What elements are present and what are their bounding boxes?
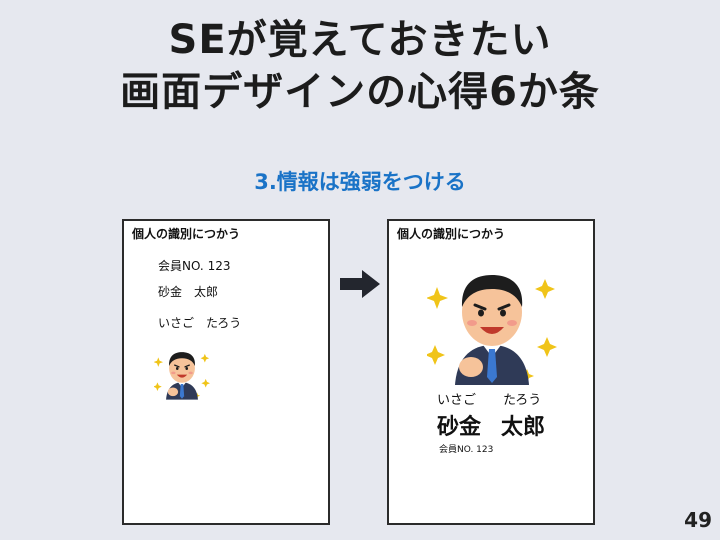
section-subtitle: 3.情報は強弱をつける: [254, 170, 466, 194]
member-number: 会員NO. 123: [158, 259, 231, 273]
kana-given: たろう: [503, 393, 542, 408]
name-family: 砂金: [437, 415, 482, 440]
card-title: 個人の識別につかう: [132, 227, 241, 241]
title-line-1: SEが覚えておきたい: [168, 17, 552, 63]
person-kana: いさご たろう: [158, 316, 242, 330]
person-name: 砂金 太郎: [158, 285, 219, 299]
card-title: 個人の識別につかう: [397, 227, 506, 241]
businessman-illustration: [154, 352, 210, 400]
page-number: 49: [684, 508, 712, 532]
before-card: 個人の識別につかう 会員NO. 123 砂金 太郎 いさご たろう: [122, 219, 330, 525]
name-given: 太郎: [501, 415, 546, 440]
after-card: 個人の識別につかう いさご たろう 砂金 太郎 会員NO. 123: [387, 219, 595, 525]
kana-family: いさご: [437, 393, 477, 408]
member-number: 会員NO. 123: [439, 445, 494, 455]
slide-title: SEが覚えておきたい 画面デザインの心得6か条: [0, 14, 720, 118]
title-line-2: 画面デザインの心得6か条: [120, 69, 600, 115]
businessman-illustration: [427, 275, 557, 385]
right-arrow-icon: [340, 270, 380, 298]
